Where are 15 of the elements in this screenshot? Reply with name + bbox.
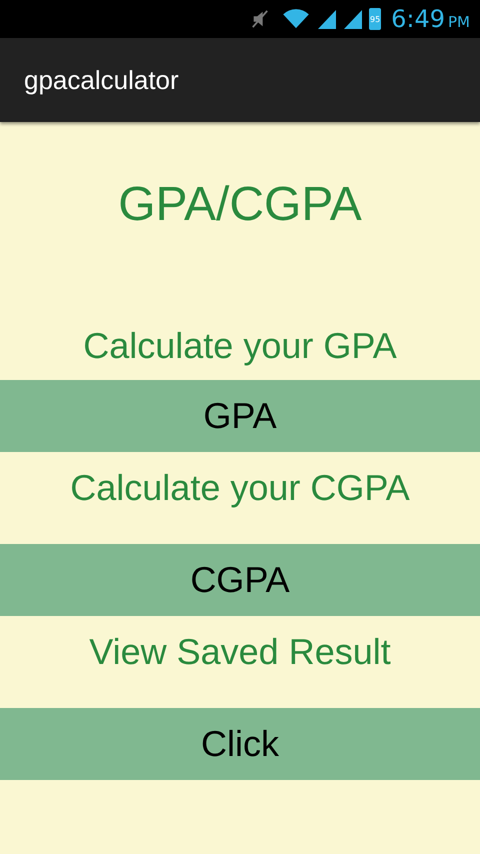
clock-period: PM xyxy=(448,13,470,31)
battery-level: 95 xyxy=(369,8,382,30)
wifi-icon xyxy=(281,8,312,30)
action-button[interactable]: Click xyxy=(0,708,480,780)
prompt-text: Calculate your GPA xyxy=(82,324,398,368)
action-button[interactable]: GPA xyxy=(0,380,480,452)
page-heading: GPA/CGPA xyxy=(117,177,363,233)
app-title: gpacalculator xyxy=(24,64,179,96)
action-button[interactable]: CGPA xyxy=(0,544,480,616)
clock-time: 6:49 xyxy=(391,5,445,33)
signal-icon xyxy=(317,8,338,30)
muted-speaker-icon xyxy=(251,8,270,30)
signal-icon xyxy=(343,8,364,30)
prompt-text: View Saved Result xyxy=(88,630,392,674)
prompt-text: Calculate your CGPA xyxy=(69,466,411,510)
